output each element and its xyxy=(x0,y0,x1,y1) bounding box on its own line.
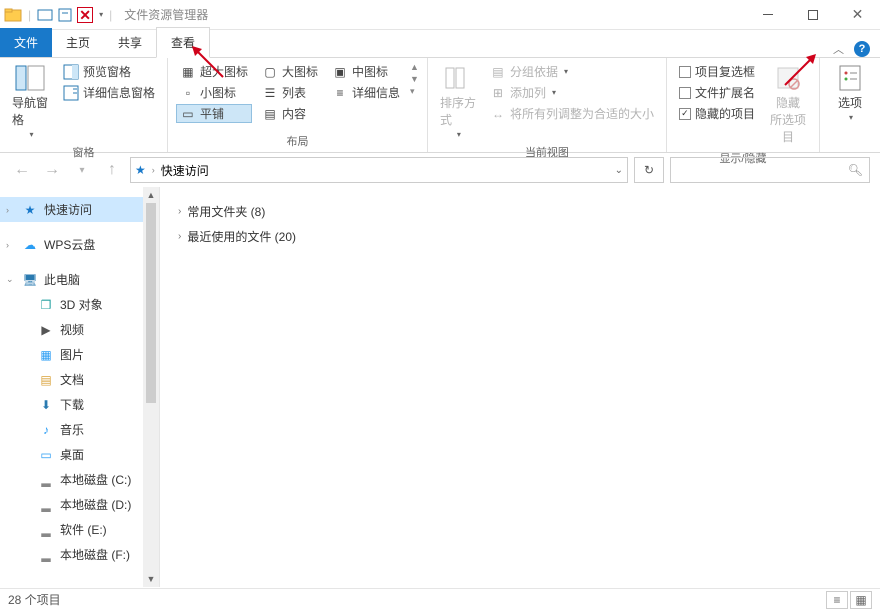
group-label-layout: 布局 xyxy=(176,130,419,152)
tab-home[interactable]: 主页 xyxy=(52,28,104,57)
ribbon: 导航窗格 ▾ 预览窗格 详细信息窗格 窗格 ▦超大图标 ▫小图标 ▭平铺 ▢大图… xyxy=(0,58,880,153)
group-recent-files[interactable]: ›最近使用的文件 (20) xyxy=(178,224,862,249)
refresh-button[interactable]: ↻ xyxy=(634,157,664,183)
ribbon-group-panes: 导航窗格 ▾ 预览窗格 详细信息窗格 窗格 xyxy=(0,58,168,152)
layout-md-icons[interactable]: ▣中图标 xyxy=(328,62,404,81)
sort-by-button[interactable]: 排序方式 ▾ xyxy=(436,62,480,141)
view-details-button[interactable]: ≡ xyxy=(826,591,848,609)
layout-tiles[interactable]: ▭平铺 xyxy=(176,104,252,123)
search-box[interactable]: 🔍︎ xyxy=(670,157,870,183)
layout-xl-icons[interactable]: ▦超大图标 xyxy=(176,62,252,81)
close-button[interactable]: ✕ xyxy=(835,0,880,30)
sidebar-scrollbar[interactable]: ▲ ▼ xyxy=(143,187,159,587)
minimize-button[interactable] xyxy=(745,0,790,30)
details-pane-button[interactable]: 详细信息窗格 xyxy=(59,83,159,102)
sidebar-videos[interactable]: ▶视频 xyxy=(0,317,159,342)
sidebar-disk-c[interactable]: ▂本地磁盘 (C:) xyxy=(0,467,159,492)
preview-pane-button[interactable]: 预览窗格 xyxy=(59,62,159,81)
layout-lg-icons[interactable]: ▢大图标 xyxy=(258,62,322,81)
tab-file[interactable]: 文件 xyxy=(0,28,52,57)
history-dropdown[interactable]: ▾ xyxy=(70,158,94,182)
app-icon xyxy=(4,6,22,24)
checkbox-hidden-items[interactable]: ✓隐藏的项目 xyxy=(675,104,759,123)
qat-folder-icon[interactable] xyxy=(37,7,53,23)
content-pane: ›常用文件夹 (8) ›最近使用的文件 (20) xyxy=(160,187,880,587)
layout-details[interactable]: ≡详细信息 xyxy=(328,83,404,102)
help-button[interactable]: ? xyxy=(854,41,870,57)
sidebar-disk-e[interactable]: ▂软件 (E:) xyxy=(0,517,159,542)
sidebar-disk-f[interactable]: ▂本地磁盘 (F:) xyxy=(0,542,159,567)
address-bar[interactable]: ★ › 快速访问 ⌄ xyxy=(130,157,628,183)
layout-content[interactable]: ▤内容 xyxy=(258,104,322,123)
maximize-button[interactable] xyxy=(790,0,835,30)
tab-view[interactable]: 查看 xyxy=(156,27,210,58)
star-icon: ★ xyxy=(135,163,146,177)
checkbox-file-ext[interactable]: 文件扩展名 xyxy=(675,83,759,102)
nav-pane-button[interactable]: 导航窗格 ▾ xyxy=(8,62,53,141)
sidebar-quick-access[interactable]: ›★快速访问 xyxy=(0,197,159,222)
up-button[interactable]: ↑ xyxy=(100,158,124,182)
nav-tree: ›★快速访问 ›☁WPS云盘 ⌄🖥此电脑 ❒3D 对象 ▶视频 ▦图片 ▤文档 … xyxy=(0,187,160,587)
status-bar: 28 个项目 ≡ ▦ xyxy=(0,588,880,610)
qat-dropdown-icon[interactable]: ▾ xyxy=(99,10,103,19)
status-text: 28 个项目 xyxy=(8,591,61,608)
back-button[interactable]: ← xyxy=(10,158,34,182)
sidebar-desktop[interactable]: ▭桌面 xyxy=(0,442,159,467)
sidebar-this-pc[interactable]: ⌄🖥此电脑 xyxy=(0,267,159,292)
collapse-ribbon-button[interactable]: ︿ xyxy=(833,41,844,57)
sidebar-3d-objects[interactable]: ❒3D 对象 xyxy=(0,292,159,317)
address-text: 快速访问 xyxy=(161,162,209,179)
search-icon: 🔍︎ xyxy=(848,163,863,177)
sidebar-pictures[interactable]: ▦图片 xyxy=(0,342,159,367)
sidebar-downloads[interactable]: ⬇下载 xyxy=(0,392,159,417)
checkbox-item-checkboxes[interactable]: 项目复选框 xyxy=(675,62,759,81)
ribbon-group-show-hide: 项目复选框 文件扩展名 ✓隐藏的项目 隐藏 所选项目 显示/隐藏 xyxy=(667,58,820,152)
view-large-button[interactable]: ▦ xyxy=(850,591,872,609)
ribbon-tabs: 文件 主页 共享 查看 ︿ ? xyxy=(0,30,880,58)
ribbon-group-options: 选项 ▾ xyxy=(820,58,880,152)
options-button[interactable]: 选项 ▾ xyxy=(828,62,872,124)
fit-columns-button[interactable]: ↔将所有列调整为合适的大小 xyxy=(486,104,658,123)
hide-selected-button[interactable]: 隐藏 所选项目 xyxy=(765,62,811,147)
sidebar-disk-d[interactable]: ▂本地磁盘 (D:) xyxy=(0,492,159,517)
layout-list[interactable]: ☰列表 xyxy=(258,83,322,102)
window-title: 文件资源管理器 xyxy=(124,6,208,23)
body: ›★快速访问 ›☁WPS云盘 ⌄🖥此电脑 ❒3D 对象 ▶视频 ▦图片 ▤文档 … xyxy=(0,187,880,587)
group-frequent-folders[interactable]: ›常用文件夹 (8) xyxy=(178,199,862,224)
nav-bar: ← → ▾ ↑ ★ › 快速访问 ⌄ ↻ 🔍︎ xyxy=(0,153,880,187)
ribbon-group-layout: ▦超大图标 ▫小图标 ▭平铺 ▢大图标 ☰列表 ▤内容 ▣中图标 ≡详细信息 x… xyxy=(168,58,428,152)
ribbon-group-current-view: 排序方式 ▾ ▤分组依据▾ ⊞添加列▾ ↔将所有列调整为合适的大小 当前视图 xyxy=(428,58,667,152)
title-bar: | ✕ ▾ | 文件资源管理器 ✕ xyxy=(0,0,880,30)
forward-button[interactable]: → xyxy=(40,158,64,182)
qat-delete-icon[interactable]: ✕ xyxy=(77,7,93,23)
qat-properties-icon[interactable] xyxy=(57,7,73,23)
layout-sm-icons[interactable]: ▫小图标 xyxy=(176,83,252,102)
tab-share[interactable]: 共享 xyxy=(104,28,156,57)
sidebar-music[interactable]: ♪音乐 xyxy=(0,417,159,442)
group-by-button[interactable]: ▤分组依据▾ xyxy=(486,62,658,81)
sidebar-wps[interactable]: ›☁WPS云盘 xyxy=(0,232,159,257)
add-columns-button[interactable]: ⊞添加列▾ xyxy=(486,83,658,102)
sidebar-documents[interactable]: ▤文档 xyxy=(0,367,159,392)
